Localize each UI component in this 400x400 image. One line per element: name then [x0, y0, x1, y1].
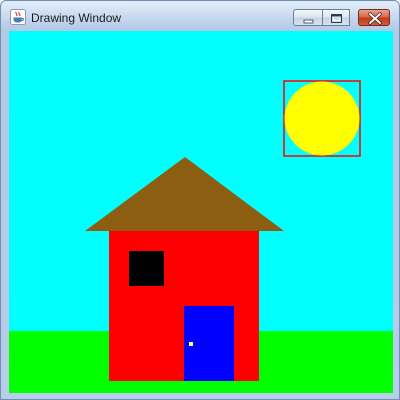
- sun: [284, 81, 360, 156]
- title-bar[interactable]: Drawing Window: [1, 1, 399, 31]
- window-title: Drawing Window: [31, 11, 122, 25]
- house-window: [129, 251, 164, 286]
- java-cup-icon: [10, 9, 26, 25]
- drawing-window: Drawing Window: [0, 0, 400, 400]
- minimize-button[interactable]: [293, 9, 323, 26]
- door-knob: [189, 342, 193, 346]
- maximize-button[interactable]: [323, 9, 350, 26]
- close-button[interactable]: [358, 9, 390, 26]
- drawing-canvas[interactable]: [9, 31, 393, 393]
